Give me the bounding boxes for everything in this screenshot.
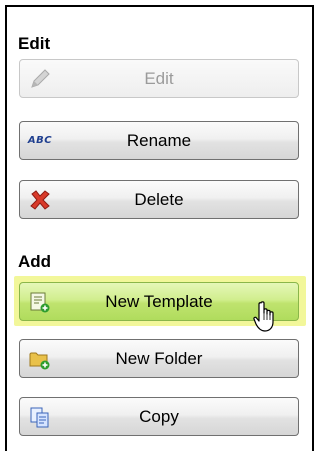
abc-rename-icon: ABC xyxy=(28,129,52,153)
copy-icon xyxy=(28,405,52,429)
copy-button-label: Copy xyxy=(139,406,179,426)
delete-button[interactable]: Delete xyxy=(19,180,299,219)
rename-button[interactable]: ABC Rename xyxy=(19,121,299,160)
red-x-icon xyxy=(28,188,52,212)
delete-button-label: Delete xyxy=(134,189,184,209)
rename-button-label: Rename xyxy=(126,130,192,150)
edit-button-label: Edit xyxy=(144,68,174,88)
copy-button[interactable]: Copy xyxy=(19,397,299,436)
pencil-icon xyxy=(28,67,52,91)
hand-cursor-icon xyxy=(253,301,274,332)
edit-button[interactable]: Edit xyxy=(19,59,299,98)
new-template-button-label: New Template xyxy=(105,291,213,311)
new-template-icon xyxy=(28,290,52,314)
section-header-add: Add xyxy=(18,252,52,271)
section-header-edit: Edit xyxy=(18,34,51,53)
new-folder-button-label: New Folder xyxy=(115,348,203,368)
new-folder-button[interactable]: New Folder xyxy=(19,339,299,378)
new-folder-icon xyxy=(28,347,52,371)
abc-rename-icon-text: ABC xyxy=(27,135,53,146)
